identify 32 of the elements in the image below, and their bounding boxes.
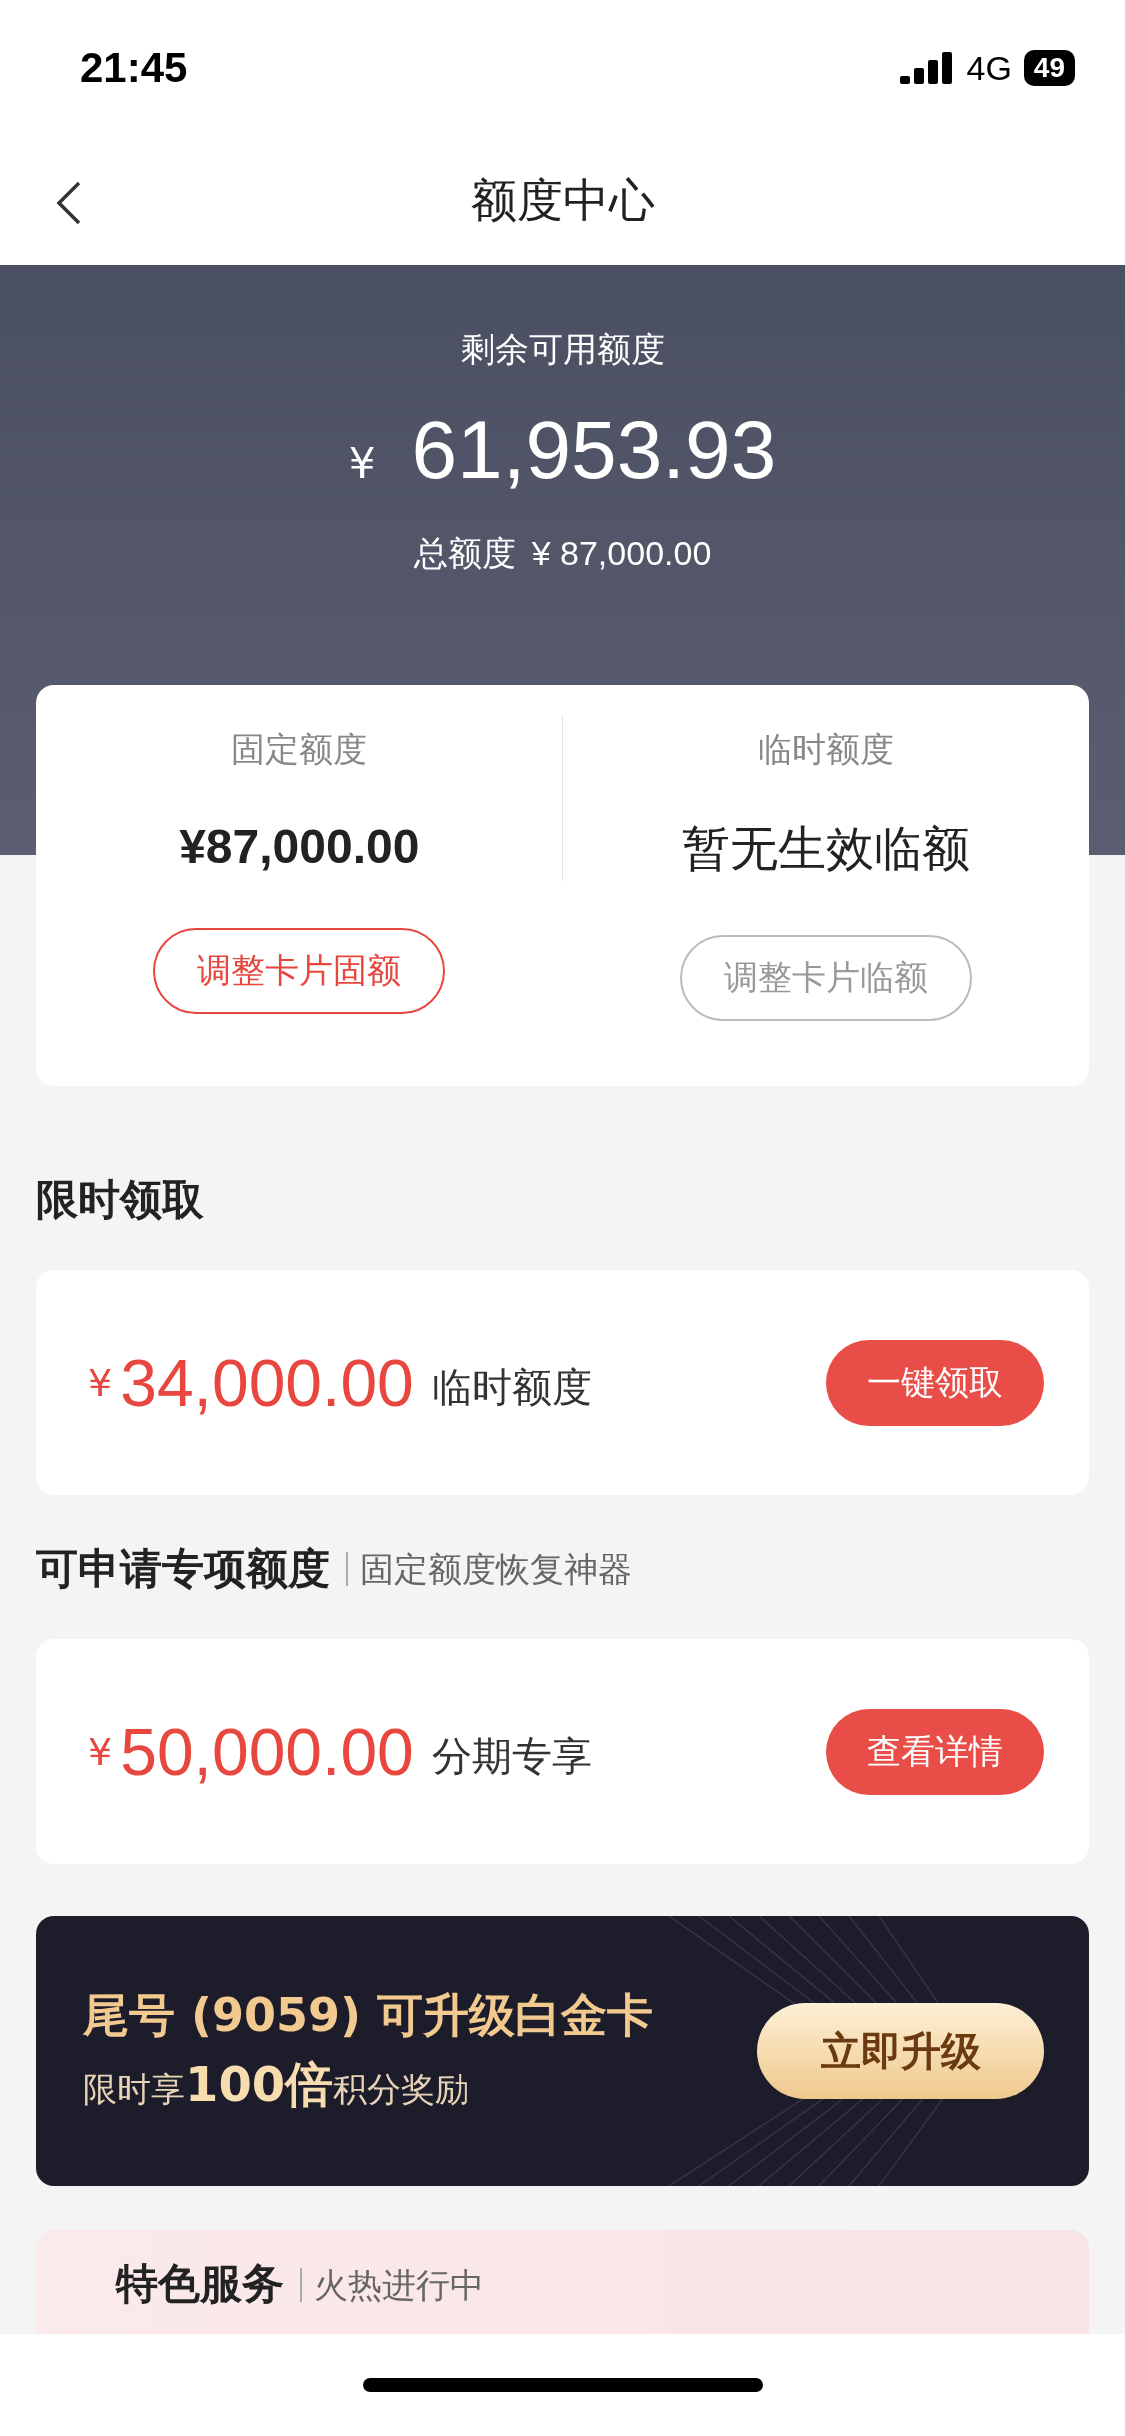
offer-amount: 50,000.00	[120, 1713, 414, 1790]
section-title: 特色服务	[116, 2258, 284, 2310]
available-label: 剩余可用额度	[460, 328, 665, 371]
section-title: 可申请专项额度	[36, 1543, 330, 1595]
battery-level: 49	[1023, 50, 1075, 86]
currency-symbol: ¥	[348, 439, 376, 488]
available-amount: 61,953.93	[411, 403, 777, 497]
total-label: 总额度	[413, 532, 516, 575]
limit-label: 临时额度	[757, 728, 894, 771]
page-title: 额度中心	[470, 171, 655, 229]
currency-symbol: ¥	[88, 1729, 113, 1774]
total-amount: ¥ 87,000.00	[531, 534, 712, 573]
limit-note: 暂无生效临额	[681, 819, 970, 878]
section-title: 限时领取	[36, 1174, 204, 1226]
offer-button[interactable]: 一键领取	[826, 1339, 1044, 1426]
limit-label: 固定额度	[231, 728, 368, 771]
status-time: 21:45	[80, 44, 188, 92]
limit-amount: ¥87,000.00	[179, 819, 420, 874]
offer-amount: 34,000.00	[120, 1344, 414, 1421]
upgrade-subtitle: 限时享100倍积分奖励	[83, 2055, 471, 2114]
adjust-limit-button[interactable]: 调整卡片固额	[153, 928, 446, 1014]
offer-label: 分期专享	[431, 1732, 593, 1781]
upgrade-button[interactable]: 立即升级	[757, 2003, 1044, 2099]
offer-label: 临时额度	[431, 1363, 593, 1412]
section-subtitle: 固定额度恢复神器	[346, 1552, 632, 1586]
currency-symbol: ¥	[88, 1360, 113, 1405]
offer-button[interactable]: 查看详情	[826, 1708, 1044, 1795]
network-label: 4G	[966, 48, 1012, 88]
upgrade-title: 尾号 (9059) 可升级白金卡	[83, 1987, 654, 2044]
back-icon[interactable]	[55, 181, 83, 225]
section-subtitle: 火热进行中	[300, 2268, 484, 2302]
signal-icon	[900, 52, 955, 84]
